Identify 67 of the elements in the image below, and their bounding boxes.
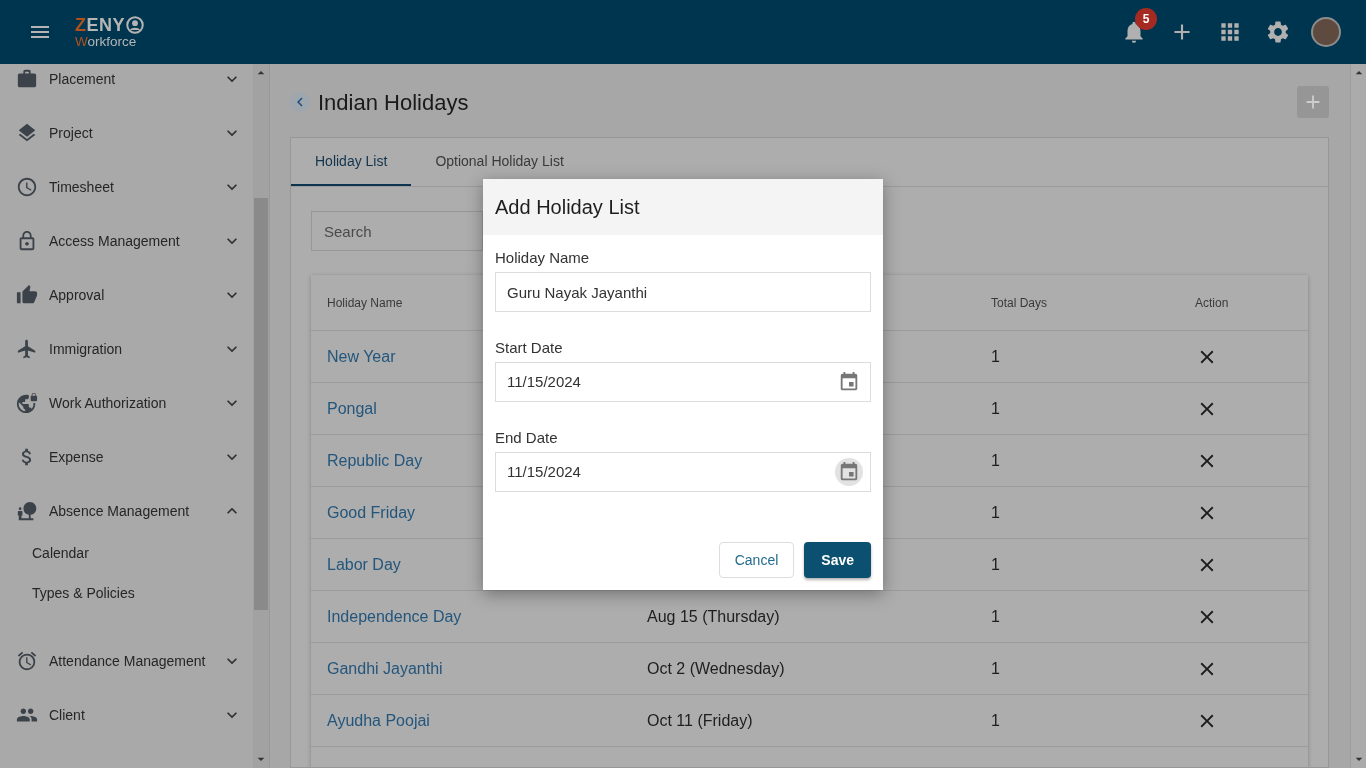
holiday-name-link[interactable]: Independence Day bbox=[327, 604, 462, 629]
sidebar-link[interactable]: Client bbox=[49, 704, 85, 726]
tab[interactable]: Holiday List bbox=[291, 138, 412, 186]
total-days-cell-text: 1 bbox=[991, 502, 1000, 523]
layers-icon bbox=[16, 122, 38, 144]
date-input[interactable]: 11/15/2024 bbox=[495, 362, 871, 402]
holiday-name-link[interactable]: Ayudha Poojai bbox=[327, 708, 430, 733]
column-header: Action bbox=[1194, 294, 1229, 312]
sidebar-sublink[interactable]: Calendar bbox=[32, 542, 89, 564]
sidebar-scrollbar[interactable] bbox=[253, 64, 269, 768]
sidebar-link[interactable]: Approval bbox=[49, 284, 105, 306]
field-label: Holiday Name bbox=[495, 248, 591, 268]
sidebar-link[interactable]: Attendance Management bbox=[49, 650, 206, 672]
total-days-cell-text: 1 bbox=[991, 346, 1000, 367]
total-days-cell-text: 1 bbox=[991, 554, 1000, 575]
sidebar-link[interactable]: Placement bbox=[49, 68, 116, 90]
scrollbar-thumb[interactable] bbox=[254, 198, 268, 610]
date-cell-text: Oct 11 (Friday) bbox=[647, 710, 753, 731]
sidebar-link[interactable]: Project bbox=[49, 122, 93, 144]
date-cell-text: Oct 2 (Wednesday) bbox=[647, 658, 785, 679]
sidebar-link[interactable]: Expense bbox=[49, 446, 104, 468]
holiday-name-link[interactable]: Republic Day bbox=[327, 448, 423, 473]
person-tree-icon bbox=[16, 500, 38, 522]
holiday-name-link[interactable]: Good Friday bbox=[327, 500, 416, 525]
search-field[interactable]: Search bbox=[311, 211, 483, 251]
sidebar-link[interactable]: Absence Management bbox=[49, 500, 190, 522]
total-days-cell-text: 1 bbox=[991, 606, 1000, 627]
calendar-icon[interactable] bbox=[835, 458, 863, 486]
save-button[interactable]: Save bbox=[804, 542, 871, 578]
total-days-cell-text: 1 bbox=[991, 398, 1000, 419]
holiday-name-link[interactable]: Gandhi Jayanthi bbox=[327, 656, 443, 681]
alarm-clock-icon bbox=[16, 650, 38, 672]
holiday-name-link[interactable]: New Year bbox=[327, 344, 396, 369]
sidebar-link[interactable]: Timesheet bbox=[49, 176, 114, 198]
avatar-placeholder[interactable] bbox=[1311, 17, 1341, 47]
holiday-name-link[interactable]: Labor Day bbox=[327, 552, 401, 577]
total-days-cell-text: 1 bbox=[991, 658, 1000, 679]
column-header: Total Days bbox=[990, 294, 1048, 312]
field-label: Start Date bbox=[495, 338, 564, 358]
sidebar-sublink[interactable]: Types & Policies bbox=[32, 582, 135, 604]
text-input[interactable]: Guru Nayak Jayanthi bbox=[495, 272, 871, 312]
cancel-button[interactable]: Cancel bbox=[718, 542, 795, 578]
date-cell-text: Aug 15 (Thursday) bbox=[647, 606, 780, 627]
sidebar-link[interactable]: Immigration bbox=[49, 338, 123, 360]
logo-subtitle: Workforce bbox=[75, 34, 138, 49]
page-scrollbar[interactable] bbox=[1350, 64, 1366, 768]
thumbs-up-icon bbox=[16, 284, 38, 306]
page-title: Indian Holidays bbox=[318, 88, 469, 117]
globe-lock-icon bbox=[16, 392, 38, 414]
sidebar-link[interactable]: Access Management bbox=[49, 230, 180, 252]
briefcase-icon bbox=[16, 68, 38, 90]
date-input[interactable]: 11/15/2024 bbox=[495, 452, 871, 492]
field-label: End Date bbox=[495, 428, 559, 448]
dialog-title: Add Holiday List bbox=[495, 195, 640, 220]
logo-title: ZENY bbox=[75, 15, 125, 34]
person-ring-icon bbox=[126, 15, 144, 34]
sidebar-link[interactable]: Work Authorization bbox=[49, 392, 167, 414]
total-days-cell-text: 1 bbox=[991, 450, 1000, 471]
column-header: Holiday Name bbox=[326, 294, 403, 312]
airplane-icon bbox=[16, 338, 38, 360]
total-days-cell-text: 1 bbox=[991, 710, 1000, 731]
tab[interactable]: Optional Holiday List bbox=[411, 138, 588, 186]
calendar-icon[interactable] bbox=[838, 371, 860, 393]
clock-icon bbox=[16, 176, 38, 198]
notification-badge: 5 bbox=[1135, 8, 1157, 30]
holiday-name-link[interactable]: Pongal bbox=[327, 396, 377, 421]
settings-icon[interactable] bbox=[1265, 19, 1291, 45]
